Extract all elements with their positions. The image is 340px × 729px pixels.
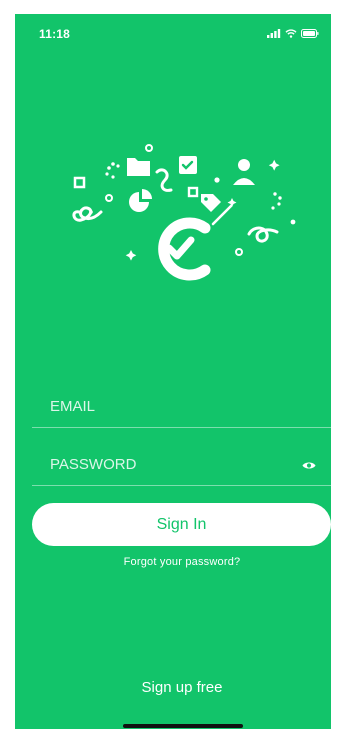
home-indicator	[123, 724, 243, 728]
wifi-icon	[285, 28, 297, 38]
sign-up-link[interactable]: Sign up free	[15, 679, 331, 696]
signal-icon	[267, 28, 281, 38]
status-icons	[263, 28, 319, 38]
email-input[interactable]	[50, 386, 300, 426]
show-password-button[interactable]	[301, 458, 317, 472]
eye-icon	[302, 462, 316, 468]
login-screen: 11:18 EMAIL Sign In Forgot your password…	[15, 14, 331, 729]
illustration	[72, 144, 296, 281]
email-field	[32, 386, 331, 428]
status-time: 11:18	[39, 27, 71, 41]
sign-in-button[interactable]: Sign In	[32, 503, 331, 546]
battery-icon	[301, 28, 319, 38]
password-input[interactable]	[50, 444, 300, 484]
password-field	[32, 444, 331, 486]
forgot-password-link[interactable]: Forgot your password?	[15, 556, 331, 568]
status-bar: 11:18	[15, 14, 331, 48]
